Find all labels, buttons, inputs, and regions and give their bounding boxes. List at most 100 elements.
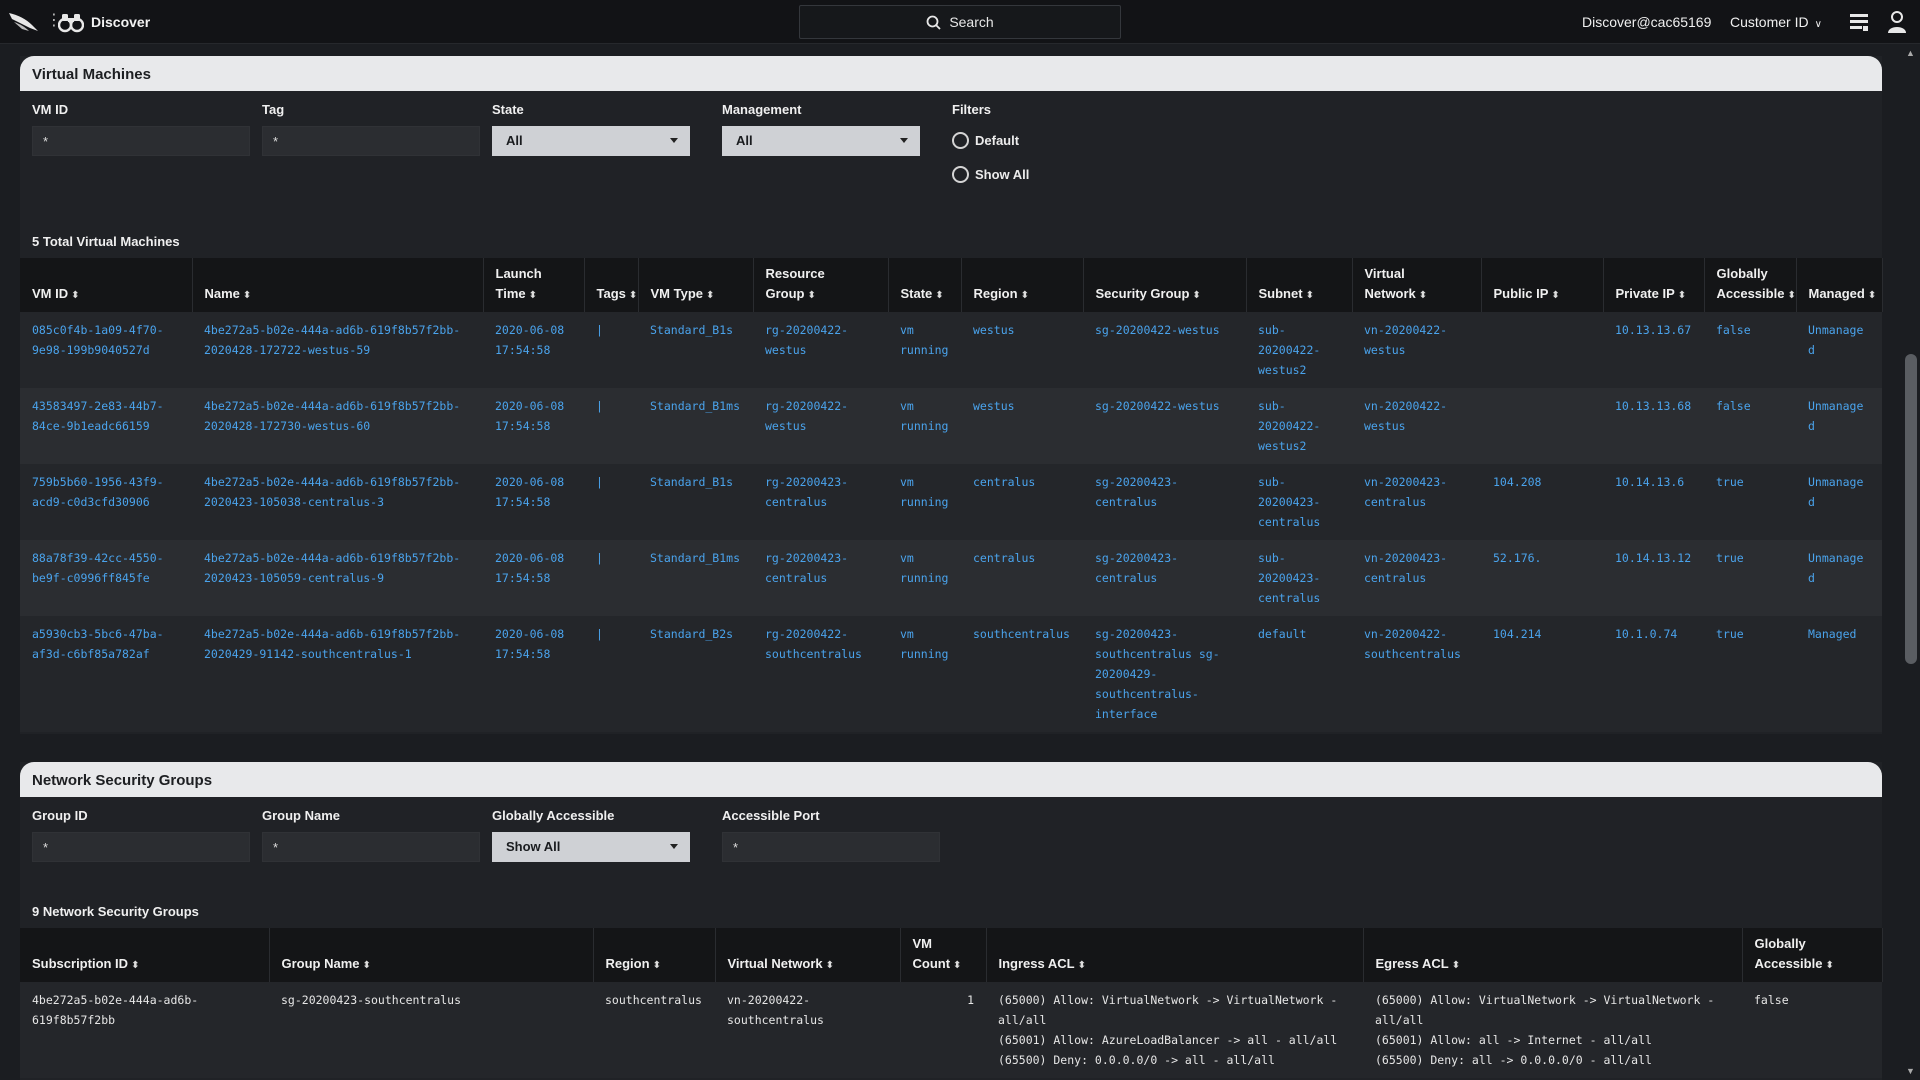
cell-managed[interactable]: Unmanaged [1796, 540, 1882, 616]
cell-type[interactable]: Standard_B1ms [638, 540, 753, 616]
cell-sg[interactable]: sg-20200423-southcentralus sg-20200429-s… [1083, 616, 1246, 732]
cell-private-ip[interactable]: 10.14.13.12 [1603, 540, 1704, 616]
cell-type[interactable]: Standard_B1s [638, 464, 753, 540]
page-scrollbar[interactable]: ▲ ▼ [1902, 44, 1920, 1080]
cell-launch[interactable]: 2020-06-08 17:54:58 [483, 616, 584, 732]
cell-region[interactable]: southcentralus [961, 616, 1083, 732]
app-title[interactable]: Discover [91, 14, 150, 30]
group-name-filter-input[interactable]: * [262, 832, 480, 862]
column-header-managed[interactable]: Managed ⬍ [1796, 258, 1883, 312]
sort-icon[interactable]: ⬍ [243, 290, 251, 301]
cell-rg[interactable]: rg-20200422-westus [753, 388, 888, 464]
cell-managed[interactable]: Unmanaged [1796, 388, 1882, 464]
cell-managed[interactable]: Unmanaged [1796, 464, 1882, 540]
cell-vm-id[interactable]: 759b5b60-1956-43f9-acd9-c0d3cfd30906 [20, 464, 192, 540]
scroll-down-arrow-icon[interactable]: ▼ [1906, 1066, 1915, 1076]
cell-rg[interactable]: rg-20200422-southcentralus [753, 616, 888, 732]
sort-icon[interactable]: ⬍ [71, 290, 79, 301]
column-header-group-name[interactable]: Group Name ⬍ [269, 928, 594, 982]
scroll-up-arrow-icon[interactable]: ▲ [1906, 48, 1915, 58]
sort-icon[interactable]: ⬍ [953, 960, 961, 971]
sort-icon[interactable]: ⬍ [808, 290, 816, 301]
cell-vnet[interactable]: vn-20200423-centralus [1352, 464, 1481, 540]
cell-name[interactable]: 4be272a5-b02e-444a-ad6b-619f8b57f2bb-202… [192, 464, 483, 540]
cell-launch[interactable]: 2020-06-08 17:54:58 [483, 388, 584, 464]
cell-sg[interactable]: sg-20200422-westus [1083, 388, 1246, 464]
vm-id-filter-input[interactable]: * [32, 126, 250, 156]
column-header-subscription-id[interactable]: Subscription ID ⬍ [20, 928, 270, 982]
cell-region[interactable]: westus [961, 388, 1083, 464]
sort-icon[interactable]: ⬍ [826, 960, 834, 971]
tag-filter-input[interactable]: * [262, 126, 480, 156]
cell-state[interactable]: vm running [888, 540, 961, 616]
cell-global[interactable]: true [1704, 616, 1796, 732]
column-header-globally-accessible[interactable]: Globally Accessible ⬍ [1742, 928, 1883, 982]
sort-icon[interactable]: ⬍ [1419, 290, 1427, 301]
cell-name[interactable]: 4be272a5-b02e-444a-ad6b-619f8b57f2bb-202… [192, 312, 483, 388]
cell-region[interactable]: westus [961, 312, 1083, 388]
sort-icon[interactable]: ⬍ [1678, 290, 1686, 301]
cell-private-ip[interactable]: 10.13.13.67 [1603, 312, 1704, 388]
column-header-private-ip[interactable]: Private IP ⬍ [1603, 258, 1705, 312]
cell-private-ip[interactable]: 10.14.13.6 [1603, 464, 1704, 540]
column-header-launch-time[interactable]: Launch Time ⬍ [483, 258, 585, 312]
column-header-name[interactable]: Name ⬍ [192, 258, 484, 312]
cell-public-ip[interactable]: 104.214 [1481, 616, 1603, 732]
sort-icon[interactable]: ⬍ [363, 960, 371, 971]
sort-icon[interactable]: ⬍ [1021, 290, 1029, 301]
cell-vm-id[interactable]: 43583497-2e83-44b7-84ce-9b1eadc66159 [20, 388, 192, 464]
sort-icon[interactable]: ⬍ [1192, 290, 1200, 301]
column-header-public-ip[interactable]: Public IP ⬍ [1481, 258, 1604, 312]
sort-icon[interactable]: ⬍ [1452, 960, 1460, 971]
notifications-icon[interactable] [1848, 11, 1870, 33]
column-header-vm-count[interactable]: VM Count ⬍ [900, 928, 987, 982]
cell-subnet[interactable]: sub-20200422-westus2 [1246, 312, 1352, 388]
sort-icon[interactable]: ⬍ [706, 290, 714, 301]
cell-vm-id[interactable]: 88a78f39-42cc-4550-be9f-c0996ff845fe [20, 540, 192, 616]
column-header-state[interactable]: State ⬍ [888, 258, 962, 312]
column-header-region[interactable]: Region ⬍ [593, 928, 716, 982]
cell-global[interactable]: false [1704, 312, 1796, 388]
radio-button-icon[interactable] [952, 166, 969, 183]
cell-type[interactable]: Standard_B1s [638, 312, 753, 388]
cell-name[interactable]: 4be272a5-b02e-444a-ad6b-619f8b57f2bb-202… [192, 388, 483, 464]
sort-icon[interactable]: ⬍ [529, 290, 537, 301]
cell-vm-id[interactable]: a5930cb3-5bc6-47ba-af3d-c6bf85a782af [20, 616, 192, 732]
column-header-virtual-network[interactable]: Virtual Network ⬍ [715, 928, 901, 982]
cell-launch[interactable]: 2020-06-08 17:54:58 [483, 464, 584, 540]
cell-state[interactable]: vm running [888, 464, 961, 540]
cell-tags[interactable]: | [584, 540, 638, 616]
cell-vnet[interactable]: vn-20200422-westus [1352, 388, 1481, 464]
cell-rg[interactable]: rg-20200423-centralus [753, 464, 888, 540]
group-id-filter-input[interactable]: * [32, 832, 250, 862]
cell-vnet[interactable]: vn-20200422-southcentralus [1352, 616, 1481, 732]
cell-tags[interactable]: | [584, 388, 638, 464]
cell-type[interactable]: Standard_B2s [638, 616, 753, 732]
column-header-tags[interactable]: Tags ⬍ [584, 258, 639, 312]
cell-type[interactable]: Standard_B1ms [638, 388, 753, 464]
cell-public-ip[interactable]: 52.176. [1481, 540, 1603, 616]
accessible-port-filter-input[interactable]: * [722, 832, 940, 862]
cell-sg[interactable]: sg-20200423-centralus [1083, 540, 1246, 616]
cell-launch[interactable]: 2020-06-08 17:54:58 [483, 540, 584, 616]
cell-managed[interactable]: Managed [1796, 616, 1882, 732]
column-header-region[interactable]: Region ⬍ [961, 258, 1084, 312]
management-filter-select[interactable]: All [722, 126, 920, 156]
cell-state[interactable]: vm running [888, 312, 961, 388]
state-filter-select[interactable]: All [492, 126, 690, 156]
cell-public-ip[interactable]: 104.208 [1481, 464, 1603, 540]
sort-icon[interactable]: ⬍ [1078, 960, 1086, 971]
customer-id-dropdown[interactable]: Customer ID ∨ [1730, 14, 1822, 30]
radio-default[interactable]: Default [952, 132, 1019, 149]
cell-region[interactable]: centralus [961, 464, 1083, 540]
sort-icon[interactable]: ⬍ [629, 290, 637, 301]
cell-private-ip[interactable]: 10.13.13.68 [1603, 388, 1704, 464]
column-header-ingress-acl[interactable]: Ingress ACL ⬍ [986, 928, 1364, 982]
cell-managed[interactable]: Unmanaged [1796, 312, 1882, 388]
radio-button-icon[interactable] [952, 132, 969, 149]
cell-state[interactable]: vm running [888, 616, 961, 732]
sort-icon[interactable]: ⬍ [935, 290, 943, 301]
user-profile-icon[interactable] [1886, 10, 1908, 34]
cell-vnet[interactable]: vn-20200422-westus [1352, 312, 1481, 388]
sort-icon[interactable]: ⬍ [1306, 290, 1314, 301]
